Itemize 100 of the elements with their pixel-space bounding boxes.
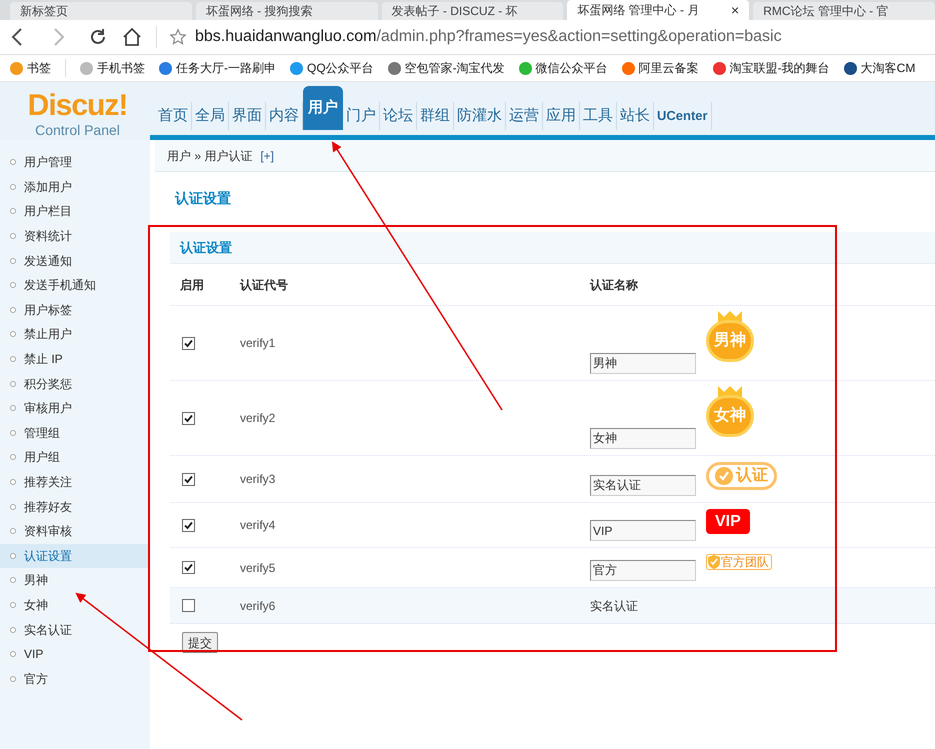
bookmark-icon: [10, 62, 23, 74]
add-shortcut-link[interactable]: [+]: [260, 146, 274, 164]
sidebar-item[interactable]: 推荐好友: [0, 494, 150, 519]
bookmark-link[interactable]: 书签: [0, 59, 66, 77]
check-icon: [715, 467, 733, 485]
star-icon[interactable]: [169, 28, 187, 46]
sidebar-item[interactable]: 推荐关注: [0, 470, 150, 494]
table-cell-text: verify3: [240, 471, 276, 488]
bookmark-link[interactable]: QQ公众平台: [276, 59, 374, 77]
bookmark-link[interactable]: 淘宝联盟-我的舞台: [698, 59, 830, 77]
checkbox[interactable]: [182, 472, 195, 486]
nav-tab[interactable]: 工具: [580, 102, 617, 130]
checkbox[interactable]: [182, 561, 195, 574]
nav-tab[interactable]: 运营: [506, 102, 543, 130]
bookmark-icon: [159, 62, 172, 74]
badge: 认证: [706, 462, 777, 490]
sidebar-item[interactable]: 审核用户: [0, 396, 150, 421]
sidebar-item[interactable]: 认证设置: [0, 544, 150, 568]
bookmark-icon: [712, 62, 726, 74]
reload-icon[interactable]: [88, 27, 108, 47]
table-cell-text: verify4: [240, 517, 276, 534]
browser-tab[interactable]: 坏蛋网络 - 搜狗搜索: [196, 2, 378, 20]
sidebar-item[interactable]: 发送手机通知: [0, 272, 150, 298]
bookmark-link[interactable]: 手机书签: [66, 59, 145, 77]
checkbox[interactable]: [182, 336, 195, 350]
sidebar-item[interactable]: 管理组: [0, 420, 150, 446]
input-field[interactable]: VIP: [590, 520, 696, 541]
submit-button[interactable]: 提交: [182, 632, 218, 653]
bookmark-link[interactable]: 大淘客CM: [830, 59, 916, 77]
nav-tab[interactable]: 群组: [417, 102, 454, 130]
input-field[interactable]: 女神: [590, 428, 696, 449]
bullet-icon: [10, 233, 16, 240]
nav-tab[interactable]: UCenter: [654, 102, 712, 130]
input-field[interactable]: 官方: [590, 560, 696, 581]
badge: VIP: [706, 509, 750, 534]
column-header: 认证名称: [590, 276, 638, 294]
table-cell-text: 实名认证: [590, 598, 638, 614]
table-cell-text: verify6: [240, 598, 276, 614]
nav-tab[interactable]: 站长: [617, 102, 654, 130]
bookmark-link[interactable]: 空包管家-淘宝代发: [374, 59, 505, 77]
sidebar-item[interactable]: 资料审核: [0, 518, 150, 544]
sidebar-item[interactable]: 用户标签: [0, 298, 150, 322]
sidebar-item[interactable]: 实名认证: [0, 617, 150, 642]
sidebar-item[interactable]: 资料统计: [0, 224, 150, 248]
sidebar-item[interactable]: 用户管理: [0, 150, 150, 175]
browser-tab[interactable]: 新标签页: [10, 2, 192, 20]
input-field[interactable]: 男神: [590, 353, 696, 374]
home-icon[interactable]: [122, 27, 142, 47]
bullet-icon: [10, 528, 16, 534]
address-field[interactable]: bbs.huaidanwangluo.com/admin.php?frames=yes&action=setting&operation=basic: [195, 25, 782, 49]
bookmark-link[interactable]: 任务大厅-一路刷申: [145, 59, 276, 77]
browser-tab[interactable]: RMC论坛 管理中心 - 官: [753, 2, 935, 20]
sidebar-item[interactable]: 女神: [0, 592, 150, 618]
nav-tab[interactable]: 全局: [192, 102, 229, 130]
bookmark-link[interactable]: 阿里云备案: [608, 59, 699, 77]
close-icon[interactable]: ×: [731, 0, 740, 20]
sidebar-item[interactable]: 积分奖惩: [0, 371, 150, 396]
sidebar-item[interactable]: 男神: [0, 568, 150, 593]
sidebar-item[interactable]: 禁止用户: [0, 322, 150, 347]
bookmark-link[interactable]: 微信公众平台: [504, 59, 608, 77]
sidebar-item[interactable]: 发送通知: [0, 248, 150, 273]
bullet-icon: [10, 306, 16, 313]
shield-icon: [707, 554, 721, 570]
sidebar-item[interactable]: VIP: [0, 642, 150, 666]
nav-tab[interactable]: 论坛: [380, 102, 417, 130]
table-title: 认证设置: [180, 238, 232, 257]
badge: 女神: [706, 395, 754, 437]
bullet-icon: [10, 577, 16, 584]
nav-tab[interactable]: 首页: [155, 102, 192, 130]
bullet-icon: [10, 282, 16, 288]
nav-tab[interactable]: 界面: [229, 102, 266, 130]
nav-tab[interactable]: 应用: [543, 102, 580, 130]
bullet-icon: [10, 651, 16, 658]
bookmark-icon: [622, 62, 635, 74]
bookmark-icon: [290, 62, 303, 74]
sidebar-item[interactable]: 用户组: [0, 445, 150, 470]
column-header: 启用: [179, 276, 205, 294]
table-cell-text: verify5: [240, 560, 276, 576]
browser-tab[interactable]: 坏蛋网络 管理中心 - 月 ×: [567, 0, 750, 20]
sidebar-item[interactable]: 添加用户: [0, 174, 150, 200]
checkbox[interactable]: [182, 412, 195, 424]
back-icon[interactable]: [10, 28, 24, 46]
bullet-icon: [10, 504, 16, 510]
browser-tab[interactable]: 发表帖子 - DISCUZ - 坏: [382, 2, 564, 20]
nav-tab[interactable]: 门户: [343, 102, 380, 130]
input-field[interactable]: 实名认证: [590, 475, 696, 496]
sidebar-item[interactable]: 用户栏目: [0, 199, 150, 224]
checkbox[interactable]: [182, 599, 195, 612]
bullet-icon: [10, 380, 16, 387]
column-header: 认证代号: [240, 276, 289, 294]
nav-tab[interactable]: 防灌水: [454, 102, 506, 130]
badge: 男神: [706, 320, 754, 362]
sidebar-item[interactable]: 禁止 IP: [0, 346, 150, 372]
bullet-icon: [10, 159, 16, 166]
nav-tab[interactable]: 用户: [303, 86, 343, 130]
table-cell-text: verify1: [240, 335, 276, 352]
logo: Discuz!: [28, 90, 128, 122]
bookmark-icon: [844, 62, 857, 74]
sidebar-item[interactable]: 官方: [0, 666, 150, 692]
checkbox[interactable]: [182, 518, 195, 532]
